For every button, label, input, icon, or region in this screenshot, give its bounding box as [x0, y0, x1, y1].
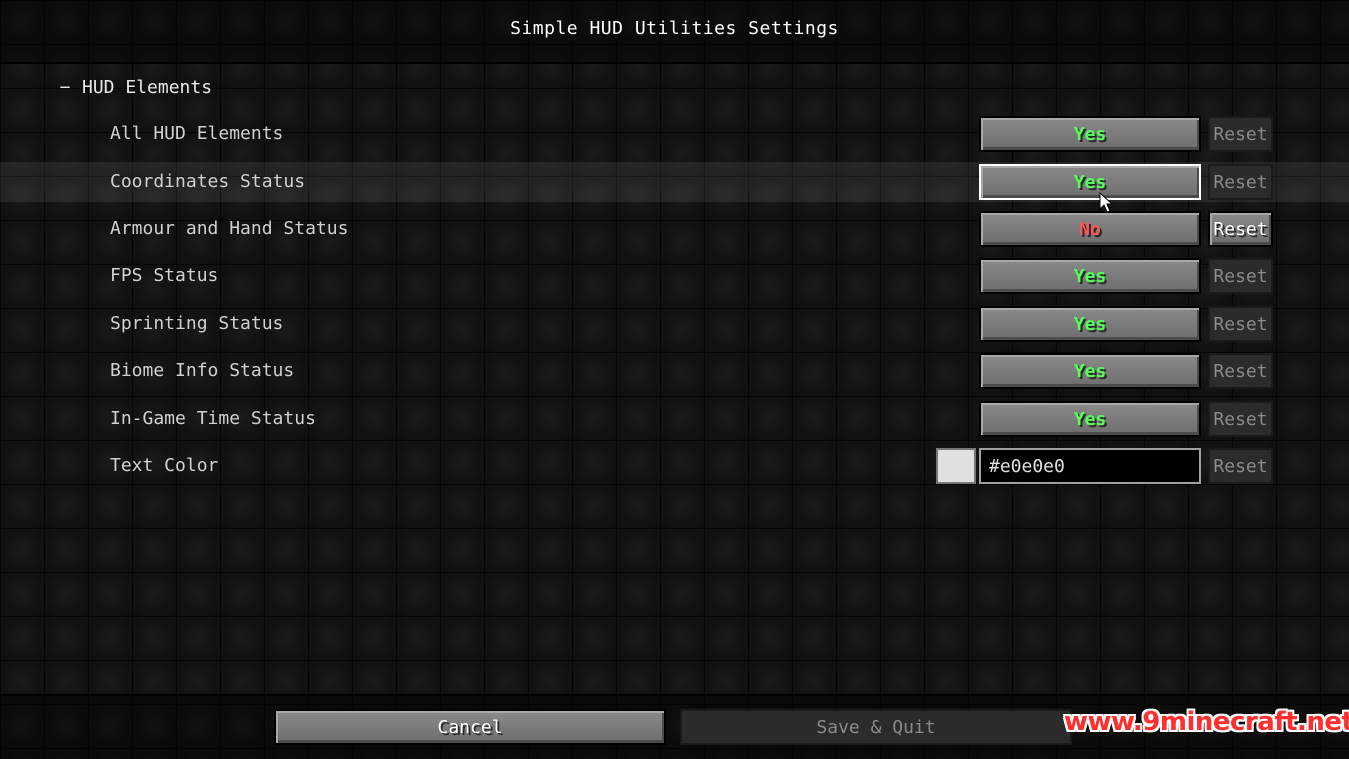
toggle-button[interactable]: No	[979, 211, 1201, 247]
toggle-button[interactable]: Yes	[979, 401, 1201, 437]
reset-button[interactable]: Reset	[1208, 164, 1273, 200]
option-label: In-Game Time Status	[110, 408, 316, 429]
reset-button[interactable]: Reset	[1208, 211, 1273, 247]
text-color-input[interactable]	[979, 448, 1201, 484]
color-swatch	[936, 448, 976, 484]
category-label: HUD Elements	[82, 76, 213, 98]
option-row-sprinting-status: Sprinting Status Yes Reset	[0, 304, 1349, 344]
option-row-all-hud-elements: All HUD Elements Yes Reset	[0, 114, 1349, 154]
mouse-pointer-icon	[1099, 192, 1114, 213]
option-row-armour-and-hand-status: Armour and Hand Status No Reset	[0, 209, 1349, 249]
toggle-button[interactable]: Yes	[979, 164, 1201, 200]
option-label: Sprinting Status	[110, 313, 284, 334]
page-title: Simple HUD Utilities Settings	[510, 18, 839, 39]
option-row-fps-status: FPS Status Yes Reset	[0, 256, 1349, 296]
toggle-button[interactable]: Yes	[979, 353, 1201, 389]
reset-button[interactable]: Reset	[1208, 258, 1273, 294]
option-label: Biome Info Status	[110, 360, 295, 381]
toggle-button[interactable]: Yes	[979, 306, 1201, 342]
option-row-biome-info-status: Biome Info Status Yes Reset	[0, 351, 1349, 391]
toggle-button[interactable]: Yes	[979, 258, 1201, 294]
option-row-coordinates-status: Coordinates Status Yes Reset	[0, 162, 1349, 202]
reset-button[interactable]: Reset	[1208, 116, 1273, 152]
cancel-button[interactable]: Cancel	[274, 709, 666, 745]
watermark: www.9minecraft.net	[1064, 707, 1349, 737]
header-divider	[0, 62, 1349, 64]
option-label: Text Color	[110, 455, 219, 476]
option-label: FPS Status	[110, 265, 219, 286]
reset-button[interactable]: Reset	[1208, 448, 1273, 484]
option-label: All HUD Elements	[110, 123, 284, 144]
toggle-button[interactable]: Yes	[979, 116, 1201, 152]
option-label: Coordinates Status	[110, 171, 306, 192]
option-row-in-game-time-status: In-Game Time Status Yes Reset	[0, 399, 1349, 439]
option-label: Armour and Hand Status	[110, 218, 349, 239]
reset-button[interactable]: Reset	[1208, 401, 1273, 437]
save-and-quit-button[interactable]: Save & Quit	[680, 709, 1072, 745]
category-hud-elements[interactable]: − HUD Elements	[56, 74, 212, 100]
option-row-text-color: Text Color Reset	[0, 446, 1349, 486]
reset-button[interactable]: Reset	[1208, 353, 1273, 389]
reset-button[interactable]: Reset	[1208, 306, 1273, 342]
collapse-icon[interactable]: −	[56, 77, 74, 98]
